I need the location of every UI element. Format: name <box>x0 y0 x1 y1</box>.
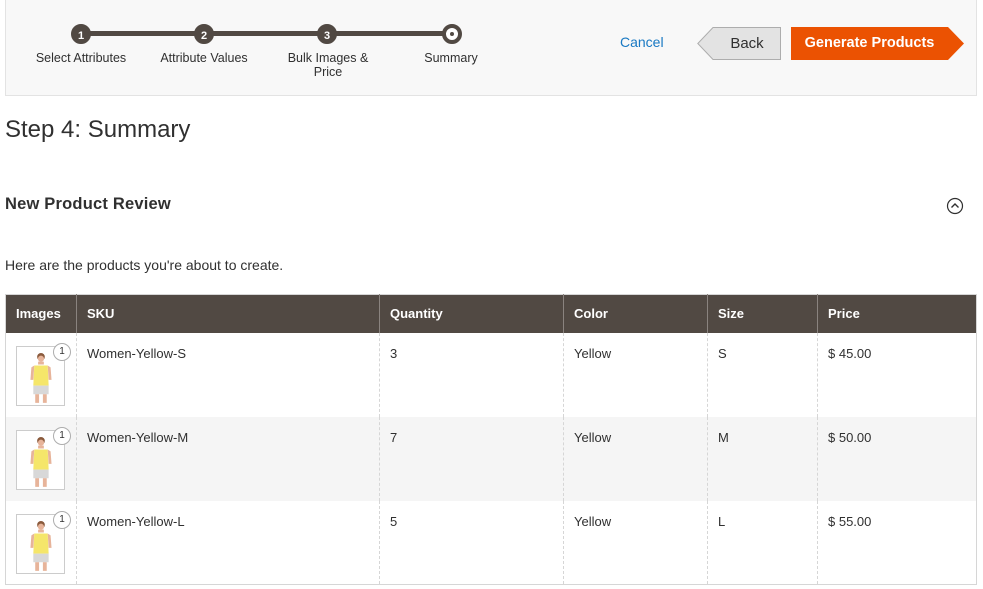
step-2-label[interactable]: Attribute Values <box>139 51 269 65</box>
step-1-label[interactable]: Select Attributes <box>16 51 146 65</box>
generate-products-label: Generate Products <box>804 35 935 51</box>
section-title[interactable]: New Product Review <box>5 195 171 214</box>
back-button[interactable]: Back <box>697 27 781 60</box>
step-1-dot[interactable]: 1 <box>71 24 91 44</box>
grid-header-row: Images SKU Quantity Color Size Price <box>5 294 977 333</box>
column-header-price: Price <box>817 294 977 333</box>
image-cell: 1 <box>5 332 77 417</box>
chevron-up-circle-icon[interactable] <box>946 197 964 215</box>
steps-progress-line <box>80 31 452 36</box>
step-2-dot[interactable]: 2 <box>194 24 214 44</box>
price-cell: $ 45.00 <box>828 345 872 361</box>
image-cell: 1 <box>5 416 77 501</box>
column-header-images: Images <box>5 294 77 333</box>
price-cell: $ 55.00 <box>828 513 872 529</box>
table-row: 1 Women-Yellow-M 7 Yellow M $ 50.00 <box>5 416 977 501</box>
product-thumbnail[interactable]: 1 <box>16 426 71 490</box>
image-count-badge: 1 <box>53 426 71 445</box>
products-grid: Images SKU Quantity Color Size Price 1 W… <box>5 294 977 585</box>
color-cell: Yellow <box>563 500 708 585</box>
step-3-label[interactable]: Bulk Images & Price <box>273 51 383 79</box>
image-cell: 1 <box>5 500 77 585</box>
generate-products-button[interactable]: Generate Products <box>791 27 964 60</box>
quantity-cell: 5 <box>379 500 564 585</box>
quantity-cell: 7 <box>379 416 564 501</box>
table-row: 1 Women-Yellow-S 3 Yellow S $ 45.00 <box>5 332 977 417</box>
size-cell: S <box>707 332 818 417</box>
color-cell: Yellow <box>563 332 708 417</box>
page-title: Step 4: Summary <box>5 116 191 143</box>
column-header-color: Color <box>563 294 708 333</box>
size-cell: L <box>707 500 818 585</box>
sku-cell: Women-Yellow-M <box>76 416 380 501</box>
wizard-bar: 1 Select Attributes 2 Attribute Values 3… <box>5 0 977 96</box>
column-header-quantity: Quantity <box>379 294 564 333</box>
table-row: 1 Women-Yellow-L 5 Yellow L $ 55.00 <box>5 500 977 585</box>
step-3-dot[interactable]: 3 <box>317 24 337 44</box>
quantity-cell: 3 <box>379 332 564 417</box>
sku-cell: Women-Yellow-S <box>76 332 380 417</box>
image-count-badge: 1 <box>53 342 71 361</box>
image-count-badge: 1 <box>53 510 71 529</box>
product-thumbnail[interactable]: 1 <box>16 342 71 406</box>
size-cell: M <box>707 416 818 501</box>
back-button-label: Back <box>730 35 764 52</box>
column-header-sku: SKU <box>76 294 380 333</box>
color-cell: Yellow <box>563 416 708 501</box>
sku-cell: Women-Yellow-L <box>76 500 380 585</box>
section-intro: Here are the products you're about to cr… <box>5 257 284 273</box>
step-4-dot-current[interactable] <box>442 24 462 44</box>
step-4-label[interactable]: Summary <box>386 51 516 65</box>
column-header-size: Size <box>707 294 818 333</box>
product-thumbnail[interactable]: 1 <box>16 510 71 574</box>
price-cell: $ 50.00 <box>817 416 977 501</box>
cancel-link[interactable]: Cancel <box>620 34 664 50</box>
